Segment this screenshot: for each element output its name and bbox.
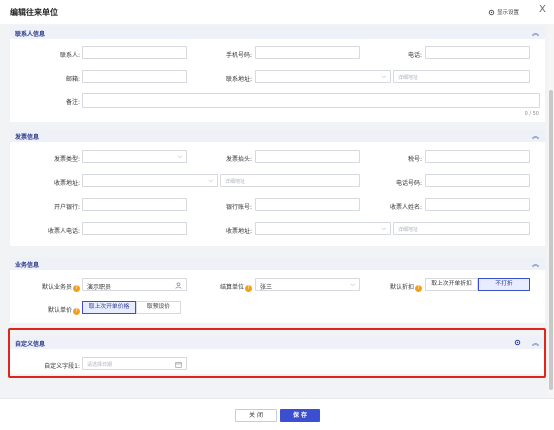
invoice-section: 发票信息 ︽ 发票类型: ⌵ 发票抬头: 税号: 收票地址: ⌵ 详细地址 电话… [10,129,545,246]
tax-no-label: 税号: [407,156,422,163]
discount-label: 默认折扣? [352,282,422,292]
help-icon[interactable]: ? [73,308,80,315]
contact-person-label: 联系人: [59,52,80,59]
chevron-up-icon[interactable]: ︽ [532,259,539,269]
chevron-down-icon: ⌵ [381,73,386,80]
salesman-value: 演示职员 [87,284,112,291]
highlight-box [8,328,546,378]
recv-region-select[interactable]: ⌵ [82,174,218,187]
account-input[interactable] [255,198,360,211]
chevron-down-icon: ⌵ [208,177,213,184]
help-icon[interactable]: ? [73,285,80,292]
tel-input[interactable] [425,46,530,59]
user-icon [175,282,182,289]
invoice-type-select[interactable]: ⌵ [82,150,187,163]
phone-input[interactable] [255,46,360,59]
email-label: 邮箱: [65,76,80,83]
invoice-type-label: 发票类型: [53,156,80,163]
bank-input[interactable] [82,198,187,211]
save-button[interactable]: 保 存 [280,409,320,422]
phone-label: 手机号码: [225,52,252,59]
contact-person-input[interactable] [82,46,187,59]
address-label: 联系地址: [225,76,252,83]
contact-section-header[interactable]: 联系人信息 ︽ [10,26,545,39]
invoice-header-input[interactable] [255,150,360,163]
settle-value: 张三 [260,284,273,291]
contact-section-title: 联系人信息 [15,31,46,38]
recv-name-input[interactable] [425,198,530,211]
tax-no-input[interactable] [425,150,530,163]
settle-label: 结算单位? [182,282,252,292]
remark-textarea[interactable] [82,93,540,108]
dialog-header: 编辑往来单位 显示设置 X [0,0,554,24]
chevron-down-icon: ⌵ [381,225,386,232]
invoice-section-header[interactable]: 发票信息 ︽ [10,129,545,142]
settle-select[interactable]: 张三 ⌵ [255,278,360,291]
scrollbar-thumb[interactable] [549,90,553,390]
salesman-select[interactable]: 演示职员 [82,278,187,291]
recv-address-label: 收票地址: [53,180,80,187]
recv-tel-input[interactable] [82,222,187,235]
account-label: 银行账号: [225,204,252,211]
chevron-up-icon[interactable]: ︽ [532,131,539,141]
remark-label: 备注: [65,99,80,106]
close-button[interactable]: 关 闭 [235,409,277,422]
display-settings-label: 显示设置 [497,10,520,16]
business-section-header[interactable]: 业务信息 ︽ [10,257,545,270]
recv-detail2-input[interactable]: 详细地址 [393,222,530,235]
discount-none-option[interactable]: 不打折 [478,278,530,291]
address-detail-placeholder: 详细地址 [398,75,419,81]
recv-detail-placeholder: 详细地址 [225,179,246,185]
recv-address2-label: 收票地址: [225,228,252,235]
recv-name-label: 收票人姓名: [389,204,422,211]
invoice-header-label: 发票抬头: [225,156,252,163]
invoice-section-title: 发票信息 [15,134,40,141]
price-last-option[interactable]: 取上次开单价格 [82,301,136,314]
help-icon[interactable]: ? [245,285,252,292]
address-region-select[interactable]: ⌵ [255,70,391,83]
business-section: 业务信息 ︽ 默认业务员? 演示职员 结算单位? 张三 ⌵ 默认折扣? 取上次开… [10,257,545,323]
salesman-label: 默认业务员? [10,282,80,292]
chevron-up-icon[interactable]: ︽ [532,28,539,38]
email-input[interactable] [82,70,187,83]
invoice-tel-label: 电话号码: [395,180,422,187]
discount-last-option[interactable]: 取上次开单折扣 [425,278,478,291]
contact-section: 联系人信息 ︽ 联系人: 手机号码: 电话: 邮箱: 联系地址: ⌵ 详细地址 … [10,26,545,122]
recv-detail2-placeholder: 详细地址 [398,227,419,233]
business-section-title: 业务信息 [15,262,40,269]
remark-counter: 0 / 50 [524,111,539,117]
display-settings-button[interactable]: 显示设置 [488,8,519,16]
address-detail-input[interactable]: 详细地址 [393,70,530,83]
recv-tel-label: 收票人电话: [47,228,80,235]
invoice-tel-input[interactable] [425,174,530,187]
gear-icon [488,9,495,15]
dialog-footer: 关 闭 保 存 [0,398,554,430]
price-preset-option[interactable]: 取预设价 [136,301,181,314]
tel-label: 电话: [407,52,422,59]
dialog-title: 编辑往来单位 [10,8,58,17]
price-label: 默认单价? [10,305,80,315]
close-icon[interactable]: X [539,4,546,15]
recv-detail-input[interactable]: 详细地址 [220,174,360,187]
help-icon[interactable]: ? [415,285,422,292]
recv-region2-select[interactable]: ⌵ [255,222,391,235]
bank-label: 开户银行: [53,204,80,211]
